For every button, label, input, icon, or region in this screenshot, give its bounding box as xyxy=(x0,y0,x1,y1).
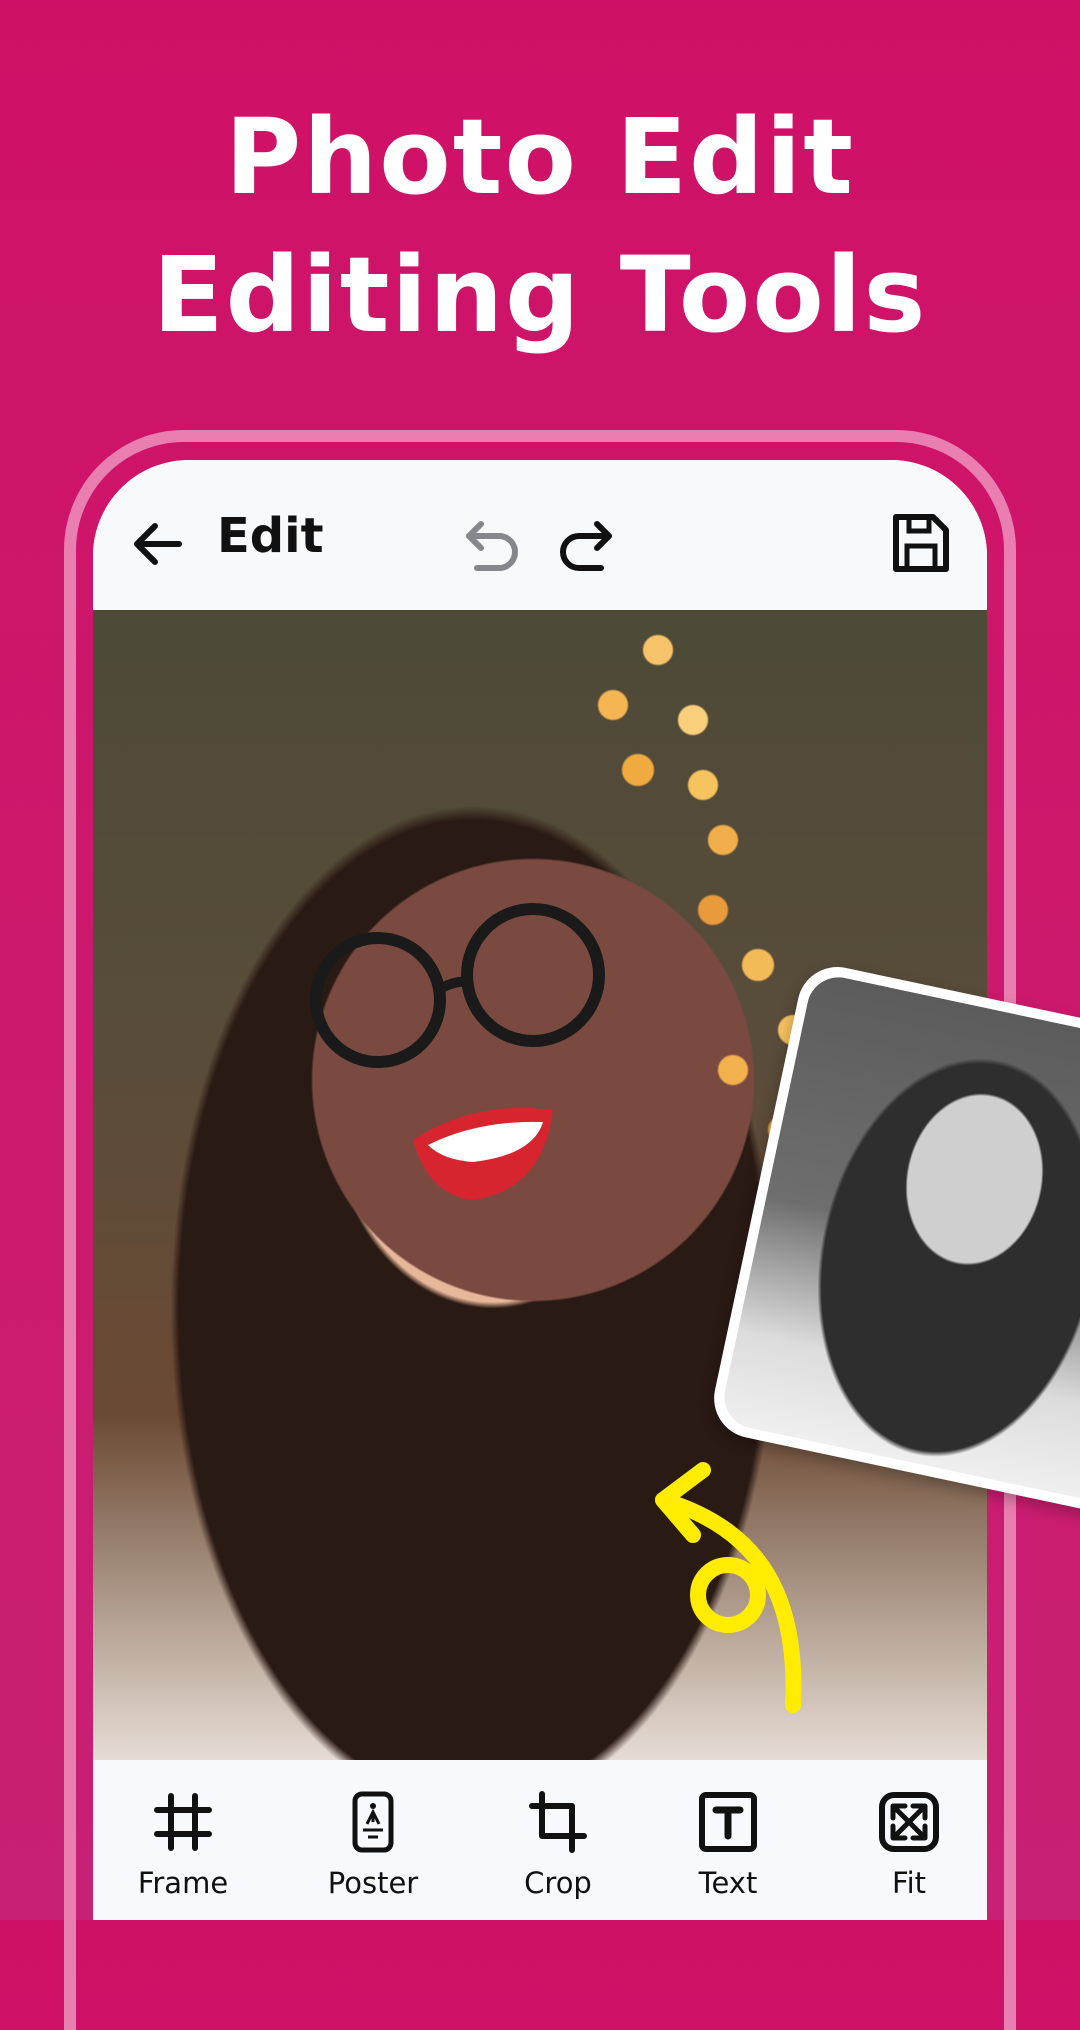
crop-icon xyxy=(529,1791,587,1853)
tool-label: Text xyxy=(698,1866,758,1900)
bottom-toolbar: Frame Poster Crop Text Fit xyxy=(93,1760,987,1920)
headline-line-2: Editing Tools xyxy=(152,234,928,356)
tool-label: Poster xyxy=(327,1866,419,1900)
top-bar: Edit xyxy=(93,460,987,610)
face-detail xyxy=(310,903,605,1200)
redo-button[interactable] xyxy=(555,518,615,574)
floppy-disk-icon xyxy=(893,514,949,572)
text-box-icon xyxy=(699,1792,757,1852)
tool-frame[interactable]: Frame xyxy=(113,1790,253,1900)
headline-line-1: Photo Edit xyxy=(225,96,855,218)
tool-crop[interactable]: Crop xyxy=(488,1790,628,1900)
fit-expand-icon xyxy=(879,1792,939,1852)
undo-button[interactable] xyxy=(463,518,523,574)
hash-grid-icon xyxy=(154,1793,212,1851)
poster-icon xyxy=(352,1791,394,1853)
tool-fit[interactable]: Fit xyxy=(839,1790,979,1900)
undo-icon xyxy=(466,521,518,571)
save-button[interactable] xyxy=(891,512,951,574)
redo-icon xyxy=(560,521,612,571)
tool-poster[interactable]: Poster xyxy=(303,1790,443,1900)
back-button[interactable] xyxy=(129,516,185,572)
arrow-left-icon xyxy=(134,523,182,565)
tool-label: Frame xyxy=(137,1866,229,1900)
headline: Photo Edit Editing Tools xyxy=(0,88,1080,364)
yellow-arrow-annotation xyxy=(655,1462,802,1713)
tool-label: Fit xyxy=(892,1866,926,1900)
screen-title: Edit xyxy=(217,508,324,564)
tool-label: Crop xyxy=(524,1866,592,1900)
tool-text[interactable]: Text xyxy=(658,1790,798,1900)
